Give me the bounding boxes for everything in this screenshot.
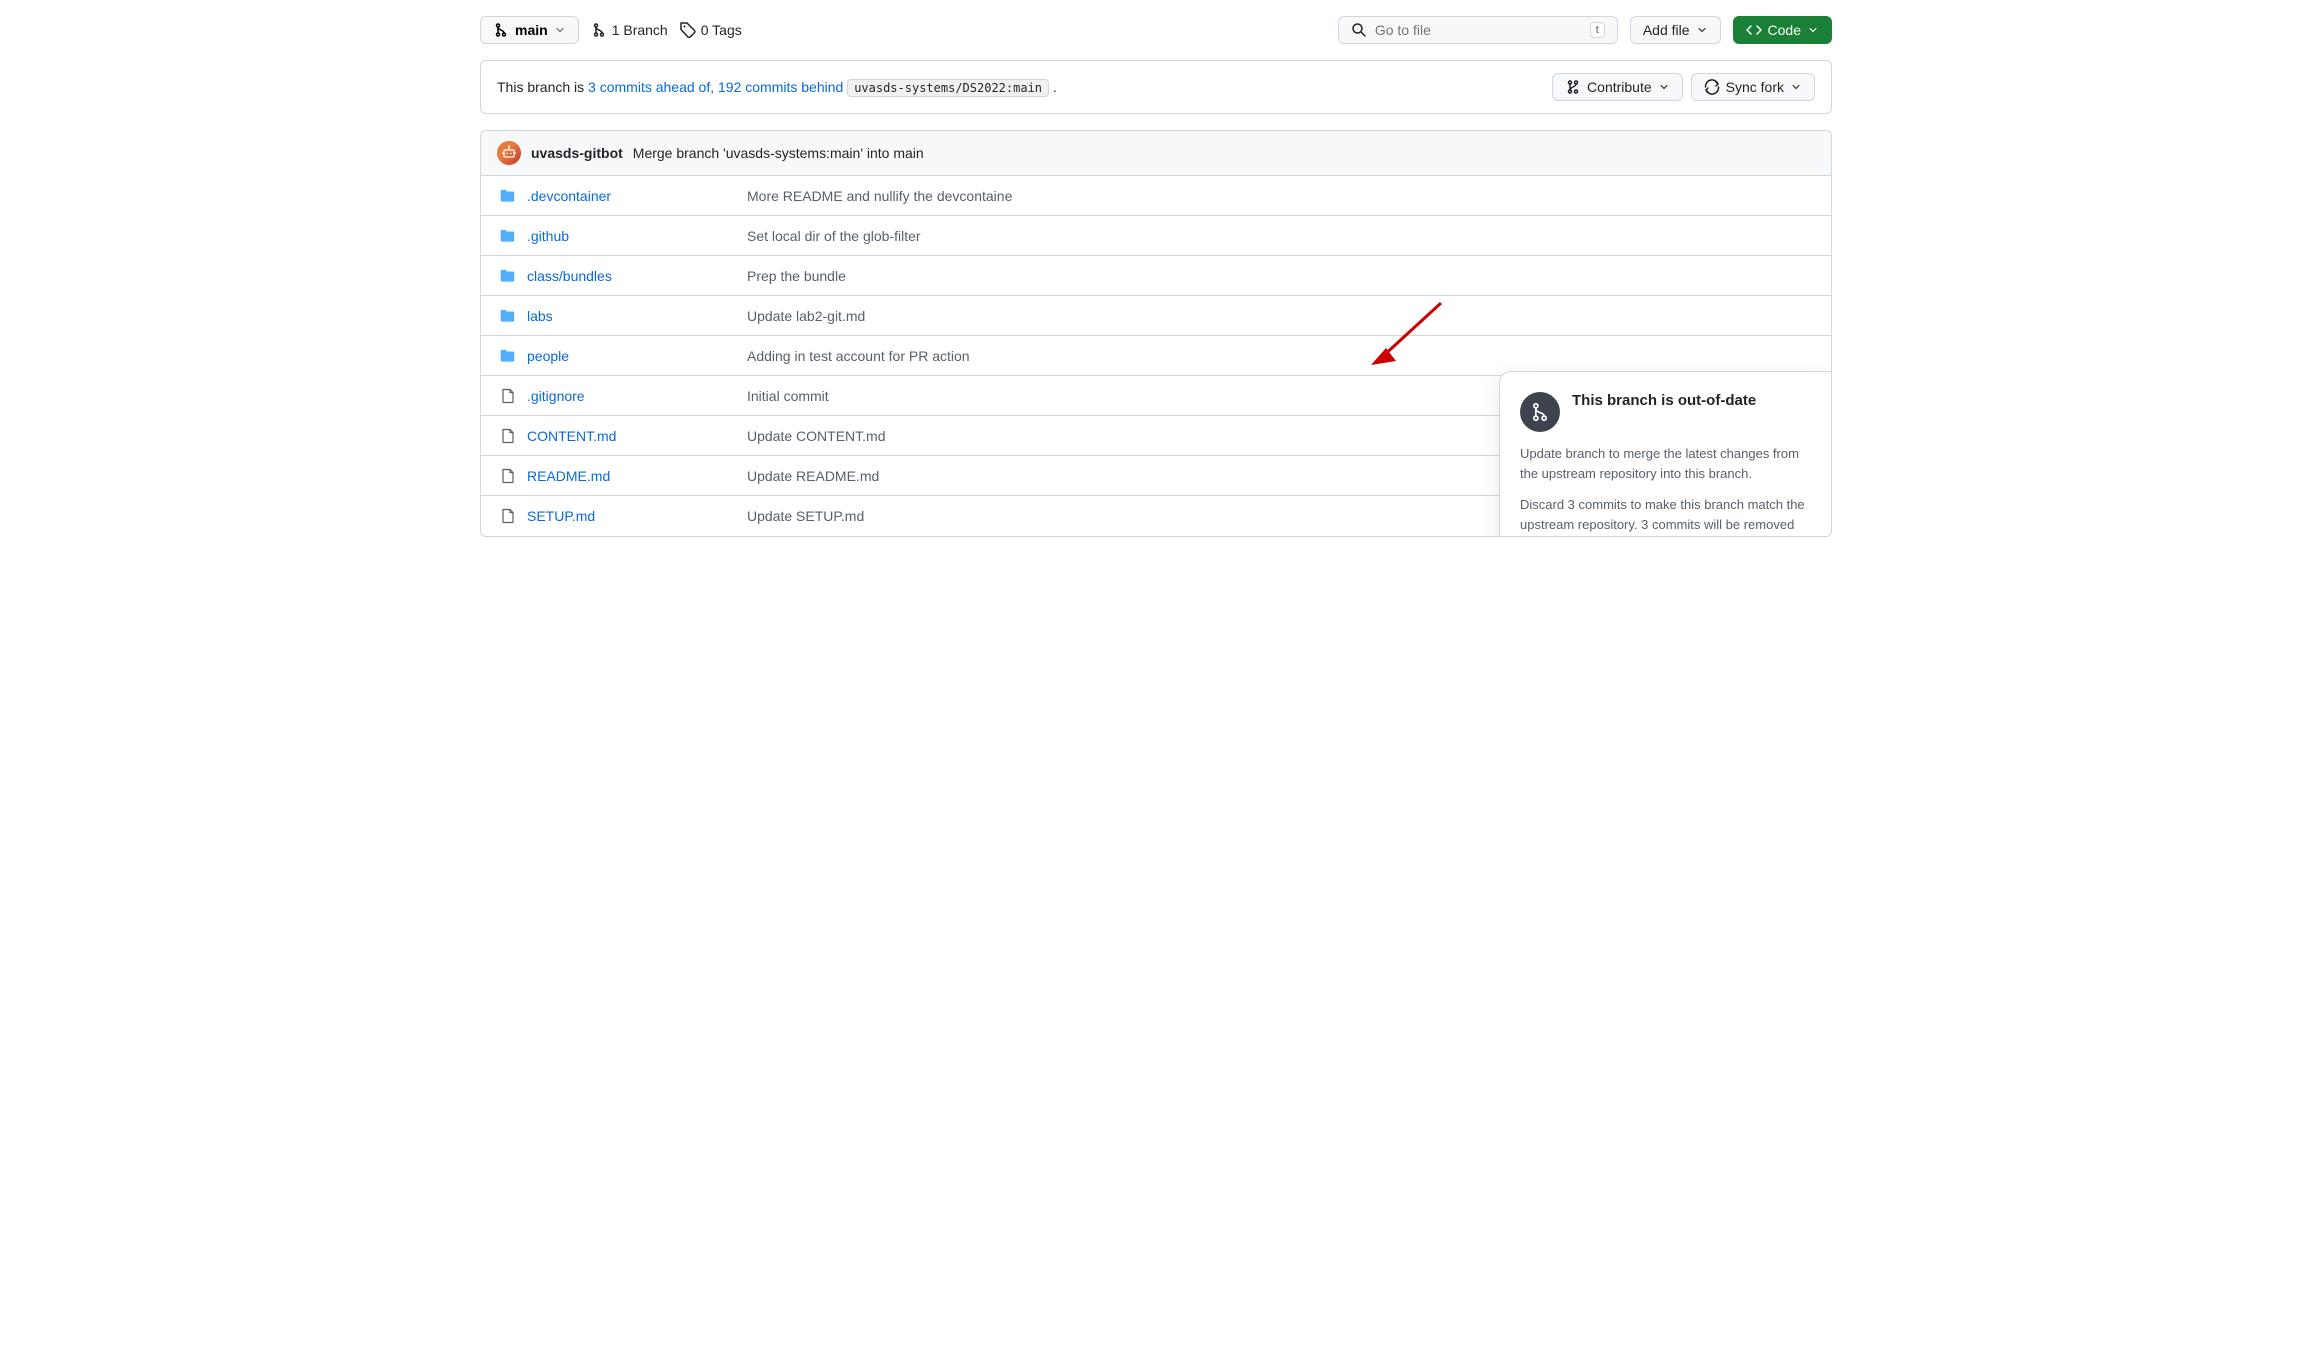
table-row: peopleAdding in test account for PR acti… [481,336,1831,376]
file-svg [500,508,516,524]
tags-count: 0 Tags [701,22,742,38]
contribute-label: Contribute [1587,79,1652,95]
file-name[interactable]: class/bundles [527,268,727,284]
popup-git-icon [1529,401,1551,423]
file-name[interactable]: .github [527,228,727,244]
file-commit-message: Set local dir of the glob-filter [727,228,1815,244]
code-button[interactable]: Code [1733,16,1832,44]
code-icon [1746,22,1762,38]
ahead-link[interactable]: 3 commits ahead of, [588,79,718,95]
search-shortcut: t [1590,22,1605,38]
popup-body1: Update branch to merge the latest change… [1520,444,1818,483]
popup-body2: Discard 3 commits to make this branch ma… [1520,495,1818,537]
file-table: uvasds-gitbot Merge branch 'uvasds-syste… [480,130,1832,537]
file-icon [497,428,519,444]
folder-icon [497,347,519,365]
code-label: Code [1768,22,1801,38]
sync-chevron-icon [1790,81,1802,93]
popup-header: This branch is out-of-date [1520,392,1818,432]
sync-label: Sync fork [1726,79,1784,95]
folder-svg [499,187,517,205]
author-avatar [497,141,521,165]
upstream-ref: uvasds-systems/DS2022:main [847,79,1049,97]
toolbar: main 1 Branch 0 Tags [480,16,1832,44]
branches-link[interactable]: 1 Branch [591,22,668,38]
branch-selector[interactable]: main [480,16,579,44]
file-commit-message: More README and nullify the devcontaine [727,188,1815,204]
file-commit-message: Prep the bundle [727,268,1815,284]
folder-icon [497,307,519,325]
file-svg [500,468,516,484]
bot-icon [501,145,517,161]
file-name[interactable]: README.md [527,468,727,484]
search-icon [1351,22,1367,38]
folder-svg [499,267,517,285]
behind-link[interactable]: 192 commits behind [718,79,847,95]
branch-count: 1 Branch [612,22,668,38]
file-icon [497,388,519,404]
file-svg [500,428,516,444]
code-chevron-icon [1807,24,1819,36]
branch-name: main [515,22,548,38]
sync-fork-button[interactable]: Sync fork [1691,73,1815,101]
folder-icon [497,227,519,245]
contribute-button[interactable]: Contribute [1552,73,1683,101]
file-name[interactable]: people [527,348,727,364]
sync-popup: This branch is out-of-date Update branch… [1499,371,1832,537]
file-name[interactable]: CONTENT.md [527,428,727,444]
table-row: labsUpdate lab2-git.md [481,296,1831,336]
branch-chevron-icon [554,24,566,36]
sync-icon [1704,79,1720,95]
branch-status-bar: This branch is 3 commits ahead of, 192 c… [480,60,1832,114]
branch-icon [493,22,509,38]
file-name[interactable]: .gitignore [527,388,727,404]
tags-link[interactable]: 0 Tags [680,22,742,38]
table-row: class/bundlesPrep the bundle [481,256,1831,296]
add-file-button[interactable]: Add file [1630,16,1721,44]
status-prefix: This branch is [497,79,588,95]
file-name[interactable]: labs [527,308,727,324]
search-input[interactable] [1375,22,1582,38]
popup-title: This branch is out-of-date [1572,392,1756,409]
ahead-text: 3 commits ahead of, [588,79,714,95]
status-period: . [1053,79,1057,95]
file-commit-message: Adding in test account for PR action [727,348,1815,364]
commit-author: uvasds-gitbot [531,145,623,161]
popup-branch-icon [1520,392,1560,432]
file-commit-message: Update lab2-git.md [727,308,1815,324]
behind-text: 192 commits behind [718,79,843,95]
tag-icon [680,22,696,38]
status-actions: Contribute Sync fork [1552,73,1815,101]
branch-status-text: This branch is 3 commits ahead of, 192 c… [497,79,1552,95]
add-file-chevron-icon [1696,24,1708,36]
search-box[interactable]: t [1338,16,1618,44]
file-name[interactable]: SETUP.md [527,508,727,524]
folder-svg [499,227,517,245]
file-name[interactable]: .devcontainer [527,188,727,204]
contribute-icon [1565,79,1581,95]
add-file-label: Add file [1643,22,1690,38]
file-svg [500,388,516,404]
folder-svg [499,347,517,365]
table-row: .githubSet local dir of the glob-filter [481,216,1831,256]
folder-svg [499,307,517,325]
folder-icon [497,267,519,285]
table-row: .devcontainerMore README and nullify the… [481,176,1831,216]
contribute-chevron-icon [1658,81,1670,93]
commit-message: Merge branch 'uvasds-systems:main' into … [633,145,924,161]
folder-icon [497,187,519,205]
commit-header: uvasds-gitbot Merge branch 'uvasds-syste… [481,131,1831,176]
file-icon [497,508,519,524]
file-icon [497,468,519,484]
fork-icon [591,22,607,38]
